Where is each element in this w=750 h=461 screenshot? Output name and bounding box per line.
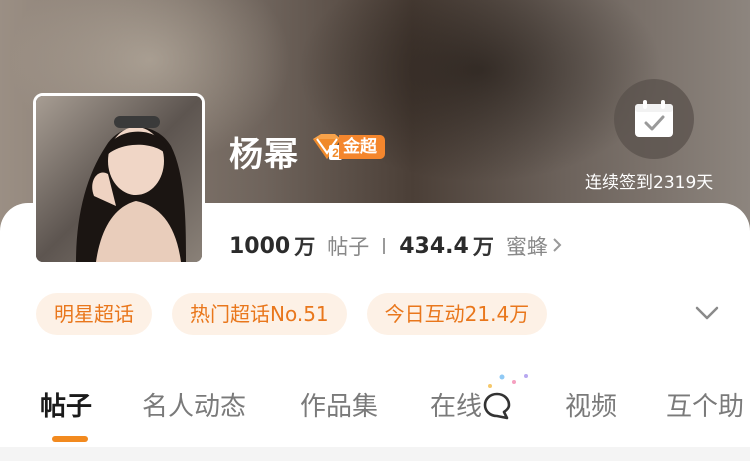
stats-divider <box>383 238 386 254</box>
tab-posts[interactable]: 帖子 <box>40 383 92 431</box>
chat-bubble-icon <box>483 392 511 420</box>
avatar[interactable] <box>33 93 205 265</box>
fans-count: 434.4 <box>399 233 469 259</box>
tag-hot-rank[interactable]: 热门超话No.51 <box>172 293 347 335</box>
badge-label: 金超 <box>339 135 385 159</box>
tag-today-interaction[interactable]: 今日互动21.4万 <box>366 293 548 335</box>
tab-bar: 帖子 名人动态 作品集 在线 视频 互个助 <box>0 383 750 433</box>
chevron-down-icon <box>695 306 719 320</box>
tag-star-topic[interactable]: 明星超话 <box>36 293 152 335</box>
section-divider <box>0 447 750 461</box>
profile-name: 杨幂 <box>229 135 299 175</box>
posts-label: 帖子 <box>327 235 370 259</box>
posts-count: 1000 <box>229 233 291 259</box>
active-tab-indicator <box>52 436 88 442</box>
posts-unit: 万 <box>294 235 316 259</box>
tab-videos[interactable]: 视频 <box>565 383 617 431</box>
checkin-button[interactable] <box>614 79 694 159</box>
calendar-check-icon <box>635 100 673 137</box>
chevron-right-icon <box>552 234 562 258</box>
stats-row[interactable]: 1000 万 帖子 434.4 万 蜜蜂 <box>229 228 562 264</box>
tab-works[interactable]: 作品集 <box>300 383 378 431</box>
expand-button[interactable] <box>690 296 724 330</box>
fans-unit: 万 <box>472 235 494 259</box>
super-fan-badge[interactable]: 2 金超 <box>311 133 385 161</box>
checkin-streak-text: 连续签到2319天 <box>585 173 714 193</box>
tab-celebrity-updates[interactable]: 名人动态 <box>142 383 246 431</box>
tab-mutual-help[interactable]: 互个助 <box>666 383 744 431</box>
tab-online-label: 在线 <box>430 392 483 422</box>
tab-online[interactable]: 在线 <box>430 383 512 431</box>
tag-list: 明星超话 热门超话No.51 今日互动21.4万 <box>36 293 567 335</box>
fans-label: 蜜蜂 <box>505 235 548 259</box>
